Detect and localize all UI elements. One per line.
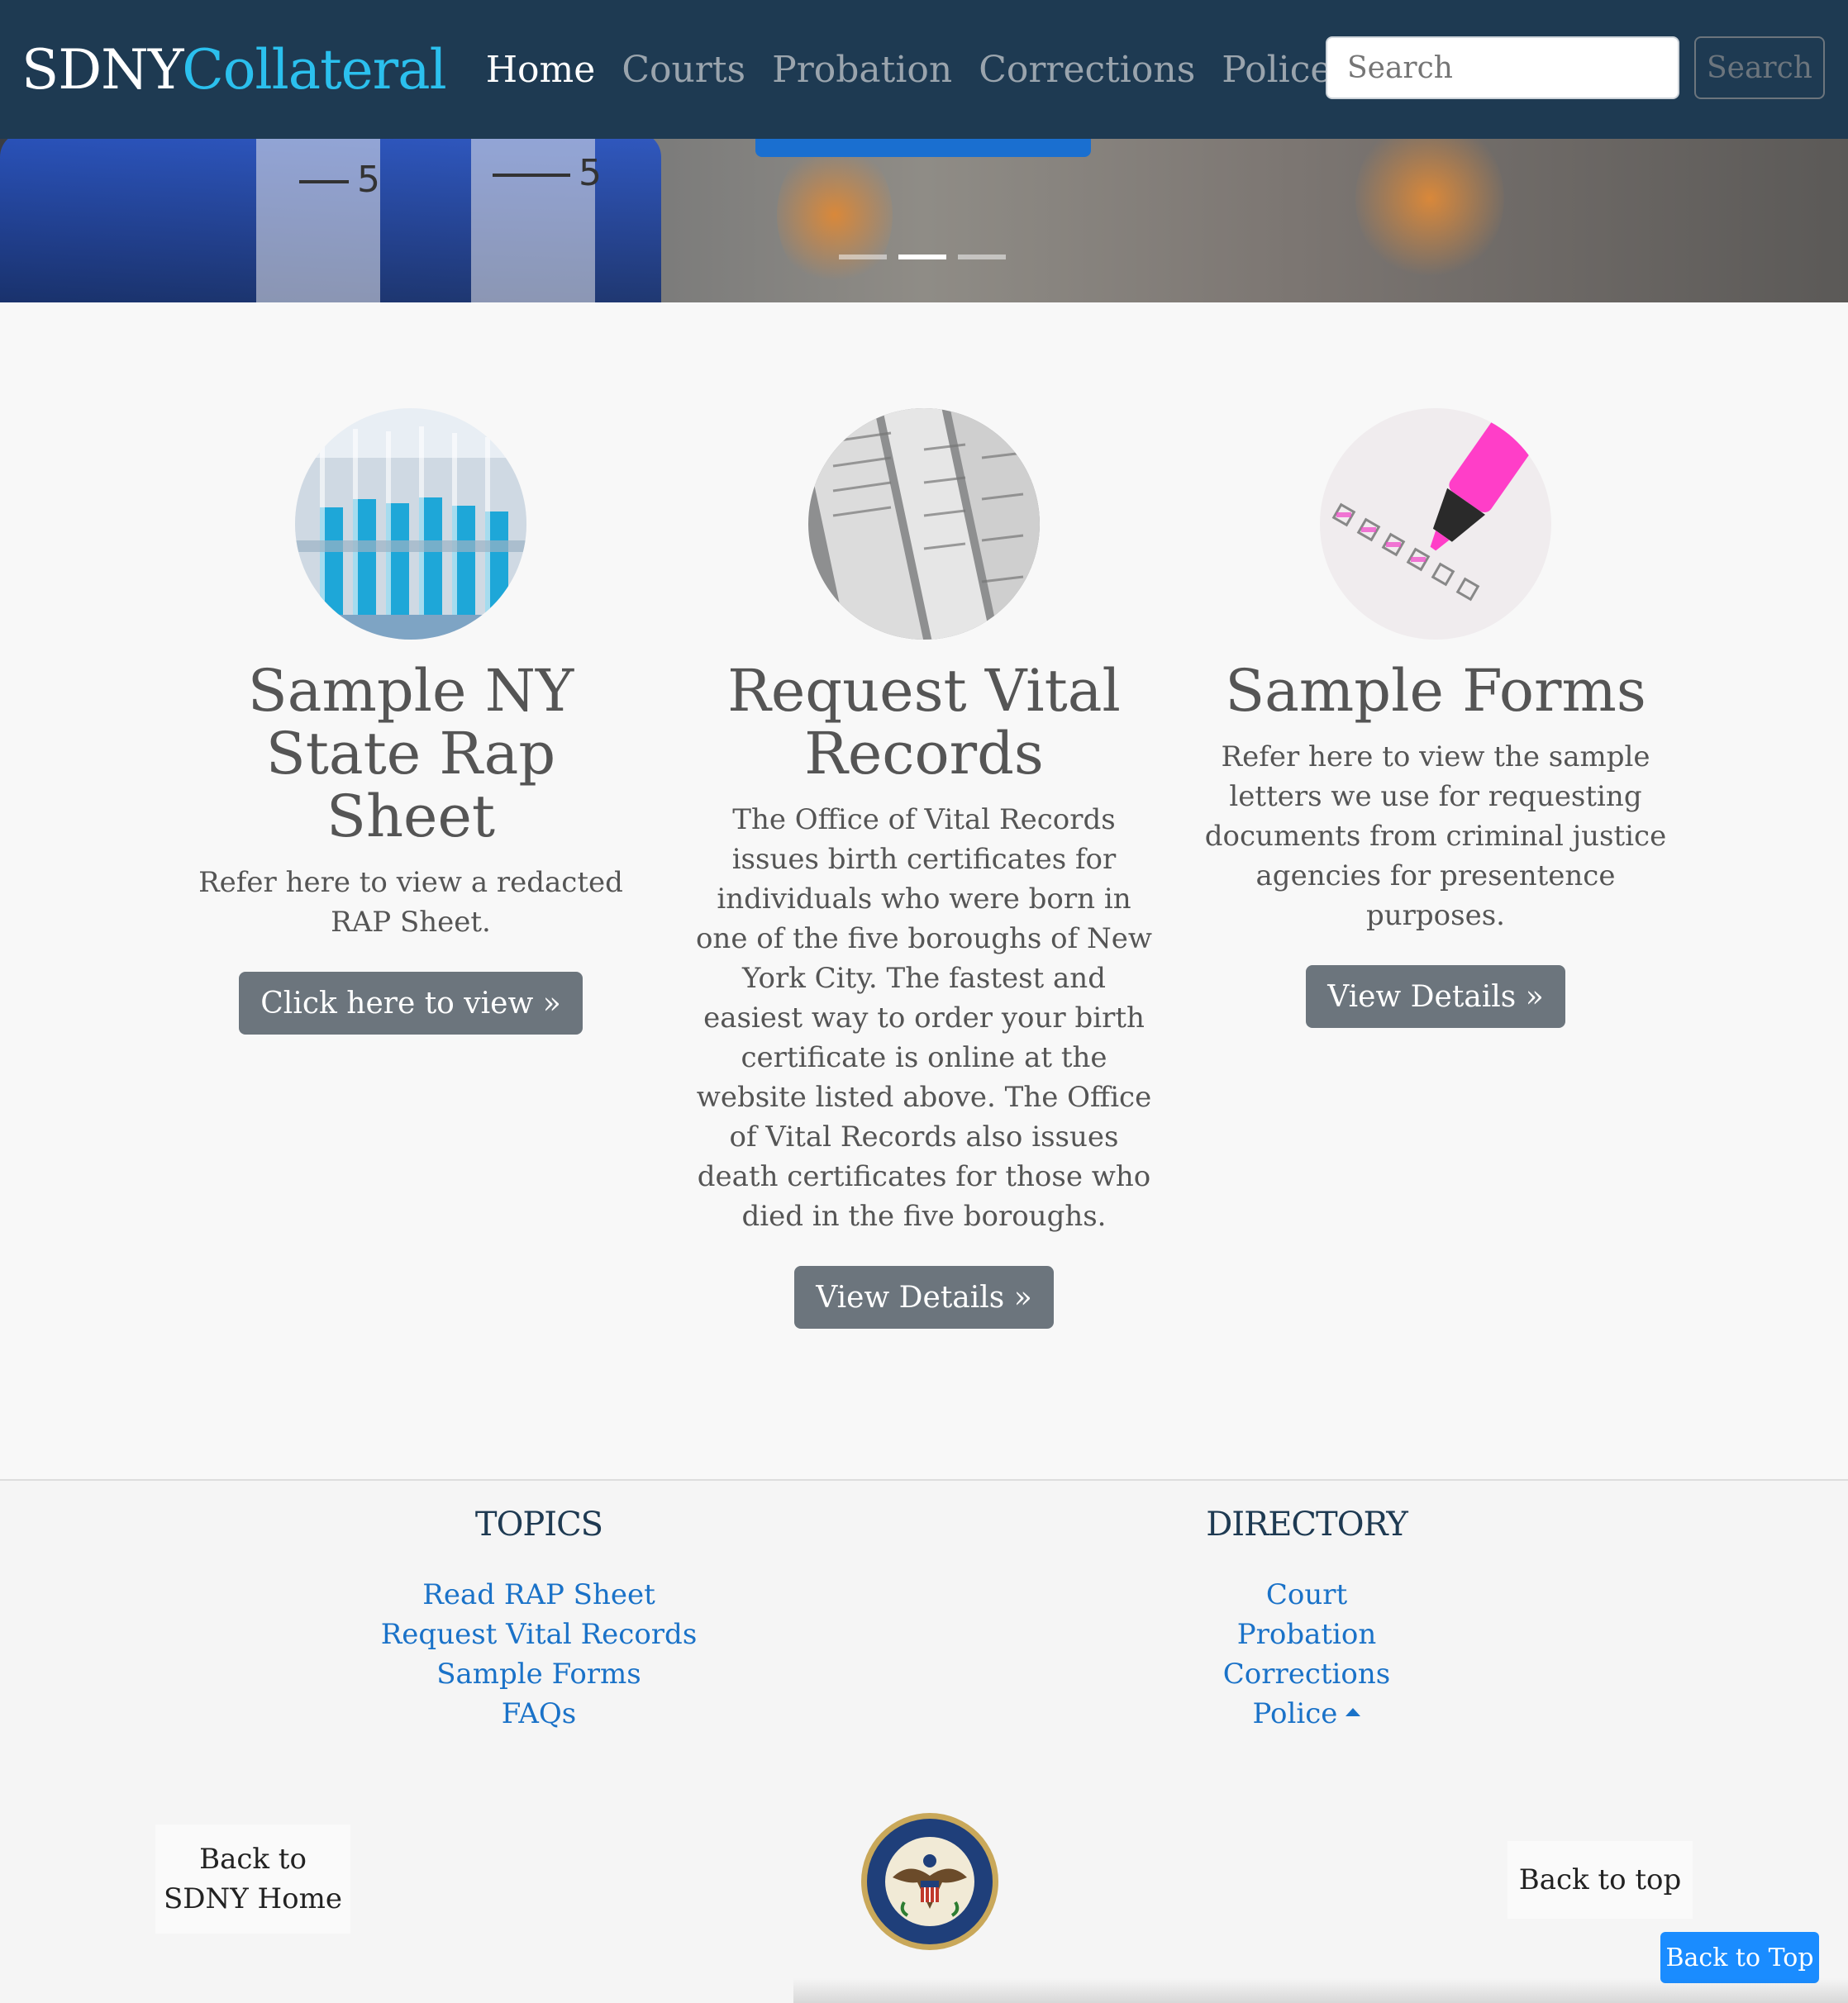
hero-scale-mark: 5 bbox=[579, 152, 602, 194]
footer-topics-heading: TOPICS bbox=[474, 1506, 603, 1544]
brand-logo[interactable]: SDNYCollateral bbox=[21, 37, 447, 102]
documents-image bbox=[808, 408, 1040, 640]
feature-text: Refer here to view the sample letters we… bbox=[1204, 740, 1667, 932]
back-to-top-button[interactable]: Back to Top bbox=[1660, 1932, 1819, 1983]
footer-directory-heading: DIRECTORY bbox=[1206, 1506, 1408, 1544]
feature-sample-forms: Sample Forms Refer here to view the samp… bbox=[1204, 408, 1667, 1028]
feature-text: Refer here to view a redacted RAP Sheet. bbox=[198, 866, 623, 939]
nav-corrections[interactable]: Corrections bbox=[979, 49, 1195, 91]
nav-courts[interactable]: Courts bbox=[622, 49, 745, 91]
hero-scale-mark: 5 bbox=[357, 159, 380, 201]
footer-link-police[interactable]: Police bbox=[1059, 1694, 1555, 1734]
hero-scale-tick bbox=[493, 174, 570, 177]
carousel-indicator-1[interactable] bbox=[839, 255, 887, 259]
brand-main: SDNY bbox=[21, 37, 183, 102]
search-form: Search bbox=[1326, 36, 1825, 99]
us-probation-seal-icon bbox=[860, 1811, 1000, 1952]
view-rap-sheet-button[interactable]: Click here to view » bbox=[239, 972, 583, 1035]
feature-vital-records: Request Vital Records The Office of Vita… bbox=[693, 408, 1155, 1329]
footer-topics: TOPICS Read RAP Sheet Request Vital Reco… bbox=[291, 1506, 787, 1734]
hero-blur bbox=[777, 140, 893, 289]
features-section: Sample NY State Rap Sheet Refer here to … bbox=[0, 302, 1848, 1479]
footer-link-read-rap-sheet[interactable]: Read RAP Sheet bbox=[291, 1575, 787, 1615]
view-vital-records-button[interactable]: View Details » bbox=[794, 1266, 1054, 1329]
back-home-line1: Back to bbox=[199, 1843, 307, 1876]
search-button[interactable]: Search bbox=[1694, 36, 1825, 99]
bottom-shadow bbox=[793, 1978, 1848, 2003]
carousel-indicator-2[interactable] bbox=[898, 255, 946, 259]
back-home-line2: SDNY Home bbox=[163, 1882, 343, 1915]
carousel-indicators bbox=[839, 255, 1006, 259]
footer-link-faqs[interactable]: FAQs bbox=[291, 1694, 787, 1734]
footer-link-probation[interactable]: Probation bbox=[1059, 1615, 1555, 1654]
footer-link-court[interactable]: Court bbox=[1059, 1575, 1555, 1615]
hero-blur bbox=[1355, 116, 1504, 281]
view-sample-forms-button[interactable]: View Details » bbox=[1306, 965, 1565, 1028]
chevron-up-icon bbox=[1346, 1708, 1361, 1716]
feature-title: Request Vital Records bbox=[727, 657, 1121, 787]
nav-probation[interactable]: Probation bbox=[772, 49, 952, 91]
feature-title: Sample NY State Rap Sheet bbox=[247, 657, 574, 850]
footer-link-sample-forms[interactable]: Sample Forms bbox=[291, 1654, 787, 1694]
top-navbar: SDNYCollateral Home Courts Probation Cor… bbox=[0, 0, 1848, 139]
feature-title: Sample Forms bbox=[1225, 657, 1646, 725]
footer-link-request-vital-records[interactable]: Request Vital Records bbox=[291, 1615, 787, 1654]
back-to-sdny-home-link[interactable]: Back to SDNY Home bbox=[155, 1825, 350, 1934]
feature-text: The Office of Vital Records issues birth… bbox=[695, 803, 1153, 1233]
brand-accent: Collateral bbox=[182, 37, 446, 102]
nav-home[interactable]: Home bbox=[486, 49, 596, 91]
footer-link-corrections[interactable]: Corrections bbox=[1059, 1654, 1555, 1694]
search-input[interactable] bbox=[1326, 36, 1679, 99]
back-to-top-link[interactable]: Back to top bbox=[1507, 1841, 1693, 1919]
footer-police-label: Police bbox=[1252, 1697, 1338, 1730]
feature-rap-sheet: Sample NY State Rap Sheet Refer here to … bbox=[179, 408, 642, 1035]
footer-directory: DIRECTORY Court Probation Corrections Po… bbox=[1059, 1506, 1555, 1734]
nav-police-label: Police bbox=[1222, 48, 1332, 91]
carousel-indicator-3[interactable] bbox=[958, 255, 1006, 259]
nav-links: Home Courts Probation Corrections Police bbox=[486, 49, 1360, 91]
hero-scale-tick bbox=[299, 180, 349, 183]
highlighter-checklist-image bbox=[1320, 408, 1551, 640]
test-tubes-image bbox=[295, 408, 526, 640]
